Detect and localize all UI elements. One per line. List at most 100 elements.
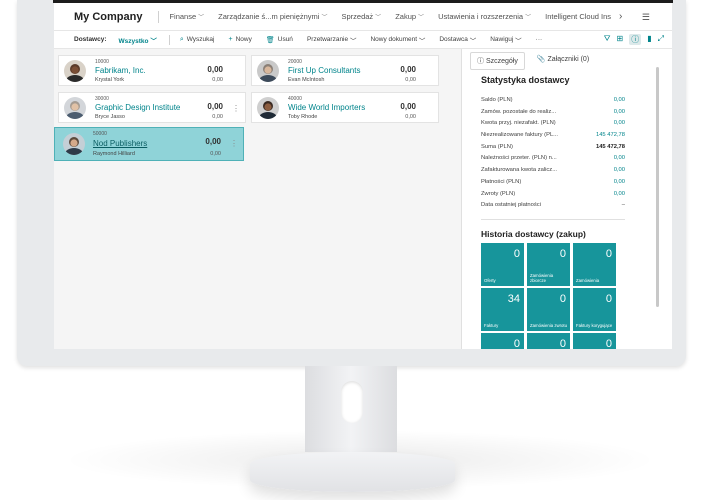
cue-tile[interactable]: 0 Faktury korygujące xyxy=(573,288,616,331)
stat-value[interactable]: 145 472,78 xyxy=(596,132,625,144)
vendor-balance-due: 0,00 xyxy=(212,77,223,83)
avatar xyxy=(64,60,86,82)
company-name[interactable]: My Company xyxy=(74,11,142,23)
nav-item-purchase[interactable]: Zakup ﹀ xyxy=(395,12,424,21)
navigate-menu[interactable]: Nawiguj ﹀ xyxy=(490,35,521,45)
chevron-down-icon: ﹀ xyxy=(469,37,477,45)
vendor-name[interactable]: Wide World Importers xyxy=(288,103,365,112)
avatar xyxy=(63,133,85,155)
vendor-name[interactable]: Fabrikam, Inc. xyxy=(95,66,146,75)
view-toolbar: ⛛ ⊞ ⓘ ▮ ⤢ xyxy=(604,34,664,45)
tab-attachments[interactable]: 📎 Załączniki (0) xyxy=(530,52,596,70)
info-icon: ⓘ xyxy=(477,58,484,65)
vendor-card[interactable]: 10000 Fabrikam, Inc. Krystal York 0,00 0… xyxy=(58,55,246,86)
vendor-tile-list: 10000 Fabrikam, Inc. Krystal York 0,00 0… xyxy=(54,49,459,349)
cue-tile[interactable]: 34 Faktury xyxy=(481,288,524,331)
stat-row: Zamów. pozostałe do realiz... 0,00 xyxy=(481,109,625,121)
nav-item-intelligent-cloud[interactable]: Intelligent Cloud Ins xyxy=(545,12,611,21)
filter-dropdown[interactable]: Wszystko ﹀ xyxy=(119,35,157,45)
screen: My Company Finanse ﹀ Zarządzanie ś...m pi… xyxy=(54,3,672,349)
delete-button[interactable]: 🗑 Usuń xyxy=(266,36,293,44)
vendor-card[interactable]: 20000 First Up Consultants Evan McIntosh… xyxy=(251,55,439,86)
new-button[interactable]: + Nowy xyxy=(229,36,252,43)
info-icon[interactable]: ⓘ xyxy=(629,34,642,45)
chevron-down-icon: ﹀ xyxy=(418,37,426,45)
vendor-number: 10000 xyxy=(95,59,109,65)
cue-tile[interactable]: 0 xyxy=(573,333,616,349)
nav-item-cash-management[interactable]: Zarządzanie ś...m pieniężnymi ﹀ xyxy=(218,12,327,21)
stat-row: Niezrealizowane faktury (PL... 145 472,78 xyxy=(481,132,625,144)
nav-separator xyxy=(158,10,160,23)
hamburger-icon[interactable]: ☰ xyxy=(642,12,650,23)
cue-tile[interactable]: 0 Oferty xyxy=(481,243,524,286)
vendor-balance: 0,00 xyxy=(207,102,223,111)
stat-value[interactable]: 0,00 xyxy=(614,191,625,203)
vendor-contact: Toby Rhode xyxy=(288,114,318,120)
stat-value[interactable]: 0,00 xyxy=(614,120,625,132)
search-button[interactable]: ⌕ Wyszukaj xyxy=(180,36,215,44)
stat-row: Saldo (PLN) 0,00 xyxy=(481,97,625,109)
stat-value[interactable]: 0,00 xyxy=(614,97,625,109)
cue-tile[interactable]: 0 Zamówienia zbiorcze xyxy=(527,243,570,286)
vendor-number: 20000 xyxy=(288,59,302,65)
bookmark-icon[interactable]: ▮ xyxy=(647,34,651,45)
chevron-down-icon: ﹀ xyxy=(525,15,532,21)
vendor-name[interactable]: Nod Publishers xyxy=(93,139,147,148)
stat-row: Zwroty (PLN) 0,00 xyxy=(481,191,625,203)
vendor-name[interactable]: First Up Consultants xyxy=(288,66,360,75)
tab-details[interactable]: ⓘ Szczegóły xyxy=(470,52,525,70)
vendor-card[interactable]: 30000 Graphic Design Institute Bryce Jas… xyxy=(58,92,246,123)
nav-item-sales[interactable]: Sprzedaż ﹀ xyxy=(341,12,381,21)
stat-value[interactable]: 0,00 xyxy=(614,179,625,191)
chevron-down-icon: ﹀ xyxy=(349,37,357,45)
monitor-stand-slot xyxy=(341,381,363,423)
cue-tile[interactable]: 0 Zamówienia xyxy=(573,243,616,286)
chevron-down-icon: ﹀ xyxy=(198,15,205,21)
factbox-pane: ⓘ Szczegóły 📎 Załączniki (0) Statystyka … xyxy=(461,49,672,349)
vendor-name[interactable]: Graphic Design Institute xyxy=(95,103,180,112)
stat-value[interactable]: 0,00 xyxy=(614,155,625,167)
stat-value: – xyxy=(621,202,625,209)
avatar xyxy=(257,60,279,82)
nav-item-finanse[interactable]: Finanse ﹀ xyxy=(169,12,204,21)
stat-value[interactable]: 0,00 xyxy=(614,109,625,121)
vendor-contact: Raymond Hilliard xyxy=(93,151,135,157)
vendor-balance: 0,00 xyxy=(400,102,416,111)
vendor-menu[interactable]: Dostawca ﹀ xyxy=(439,35,476,45)
vendor-statistics-title: Statystyka dostawcy xyxy=(481,75,570,85)
vendor-balance: 0,00 xyxy=(207,65,223,74)
chevron-down-icon: ﹀ xyxy=(515,37,522,45)
grid-view-icon[interactable]: ⊞ xyxy=(616,34,623,45)
more-actions-button[interactable]: ··· xyxy=(536,36,543,43)
vendor-balance: 0,00 xyxy=(205,137,221,146)
cue-tile[interactable]: 0 xyxy=(527,333,570,349)
more-options-icon[interactable]: ⋮ xyxy=(230,139,238,148)
filter-icon[interactable]: ⛛ xyxy=(604,34,611,45)
nav-item-settings[interactable]: Ustawienia i rozszerzenia ﹀ xyxy=(438,12,531,21)
stat-value[interactable]: 0,00 xyxy=(614,167,625,179)
action-bar: Dostawcy: Wszystko ﹀ ⌕ Wyszukaj + Nowy 🗑 Us… xyxy=(54,31,672,49)
processing-menu[interactable]: Przetwarzanie ﹀ xyxy=(307,35,357,45)
vendor-number: 40000 xyxy=(288,96,302,102)
chevron-right-icon[interactable]: › xyxy=(619,11,622,22)
avatar xyxy=(257,97,279,119)
vendor-history-title: Historia dostawcy (zakup) xyxy=(481,229,586,239)
more-options-icon[interactable]: ⋮ xyxy=(232,104,240,113)
cue-tile[interactable]: 0 Zamówienia zwrotu xyxy=(527,288,570,331)
action-separator xyxy=(168,34,170,45)
vendor-balance-due: 0,00 xyxy=(405,114,416,120)
stat-row: Suma (PLN) 145 472,78 xyxy=(481,144,625,156)
vendor-card[interactable]: 40000 Wide World Importers Toby Rhode 0,… xyxy=(251,92,439,123)
vendor-contact: Evan McIntosh xyxy=(288,77,325,83)
vendor-card-selected[interactable]: 50000 Nod Publishers Raymond Hilliard 0,… xyxy=(54,127,244,161)
cue-tile[interactable]: 0 xyxy=(481,333,524,349)
vendor-balance-due: 0,00 xyxy=(210,151,221,157)
vendor-number: 50000 xyxy=(93,131,107,137)
stat-value: 145 472,78 xyxy=(595,143,625,150)
monitor-stand-base xyxy=(250,452,455,492)
expand-icon[interactable]: ⤢ xyxy=(658,34,664,45)
factbox-scrollbar[interactable] xyxy=(656,67,659,307)
new-document-menu[interactable]: Nowy dokument ﹀ xyxy=(370,35,425,45)
page-title: Dostawcy: xyxy=(74,36,107,43)
trash-icon: 🗑 xyxy=(265,36,275,44)
